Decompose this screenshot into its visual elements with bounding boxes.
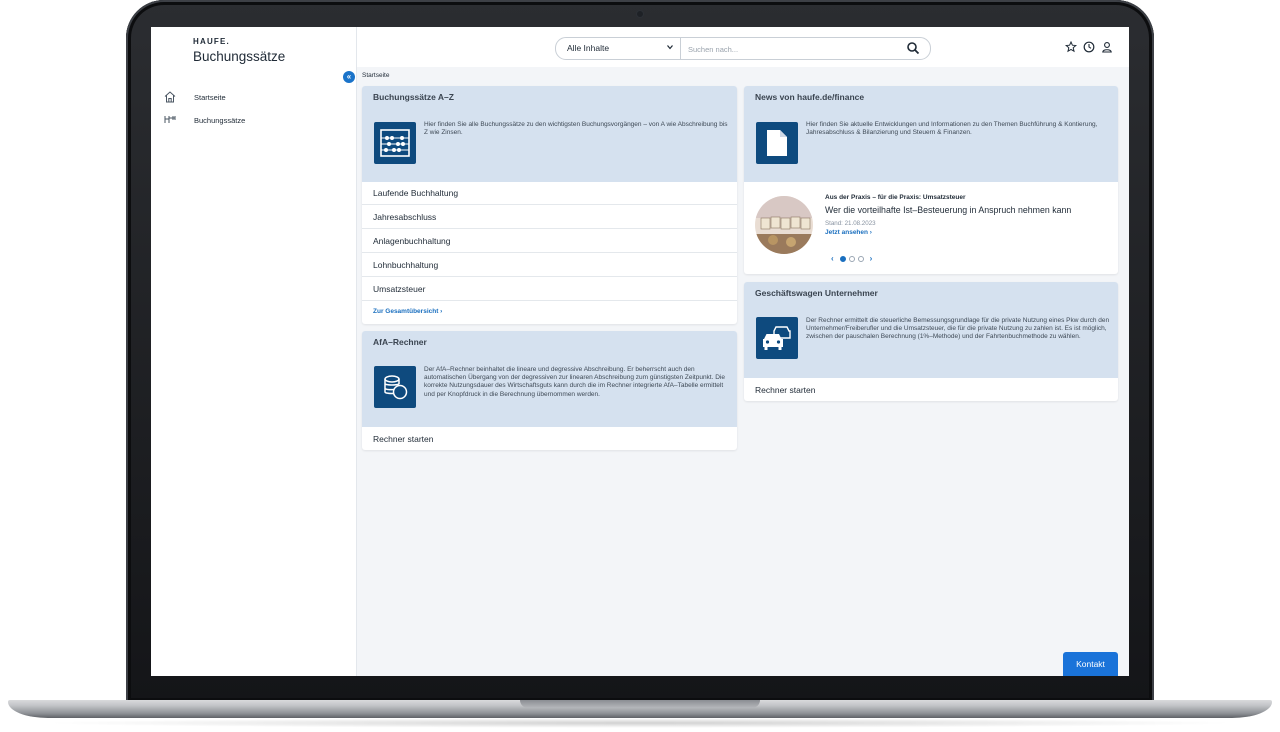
card-description: Der Rechner ermittelt die steuerliche Be… xyxy=(806,317,1110,341)
chevron-right-icon[interactable]: › xyxy=(867,254,876,263)
sidebar: HAUFE. Buchungssätze Startseite Buchungs… xyxy=(151,27,357,676)
card-header: AfA–Rechner Der AfA–Rechner beinhaltet d… xyxy=(362,331,737,427)
card-description: Hier finden Sie aktuelle Entwicklungen u… xyxy=(806,121,1098,137)
brand-logo[interactable]: HAUFE. xyxy=(193,37,230,46)
search-bar: Alle Inhalte xyxy=(555,37,931,60)
carousel-dot-2[interactable] xyxy=(848,255,855,262)
rechner-starten-link[interactable]: Rechner starten xyxy=(755,385,815,395)
sidebar-item-buchungssaetze[interactable]: Buchungssätze xyxy=(163,112,245,128)
search-scope-select[interactable]: Alle Inhalte xyxy=(556,38,681,59)
search-input[interactable] xyxy=(686,41,890,57)
kontakt-button[interactable]: Kontakt xyxy=(1063,652,1118,676)
link-umsatzsteuer[interactable]: Umsatzsteuer xyxy=(362,278,737,301)
card-news: News von haufe.de/finance Hier finden Si… xyxy=(744,86,1118,274)
laptop-shadow xyxy=(40,718,1240,728)
card-title: AfA–Rechner xyxy=(373,337,427,347)
cars-icon xyxy=(756,317,798,359)
abacus-icon xyxy=(374,122,416,164)
card-afa-rechner: AfA–Rechner Der AfA–Rechner beinhaltet d… xyxy=(362,331,737,450)
home-icon xyxy=(163,90,177,104)
jetzt-ansehen-link[interactable]: Jetzt ansehen › xyxy=(825,229,872,236)
link-anlagenbuchhaltung[interactable]: Anlagenbuchhaltung xyxy=(362,230,737,253)
tree-icon xyxy=(163,113,177,127)
camera xyxy=(637,11,643,17)
news-carousel: ‹ › xyxy=(828,254,875,263)
app-screen: HAUFE. Buchungssätze Startseite Buchungs… xyxy=(151,27,1129,676)
card-buchungssaetze-az: Buchungssätze A–Z Hier finden Sie alle B… xyxy=(362,86,737,324)
chevron-left-icon[interactable]: ‹ xyxy=(828,254,837,263)
card-description: Der AfA–Rechner beinhaltet die lineare u… xyxy=(424,366,725,398)
card-header: Buchungssätze A–Z Hier finden Sie alle B… xyxy=(362,86,737,182)
card-header: News von haufe.de/finance Hier finden Si… xyxy=(744,86,1118,182)
carousel-dot-1[interactable] xyxy=(839,255,846,262)
card-title: News von haufe.de/finance xyxy=(755,92,865,102)
coins-icon xyxy=(374,366,416,408)
link-lohnbuchhaltung[interactable]: Lohnbuchhaltung xyxy=(362,254,737,277)
double-chevron-left-icon[interactable]: « xyxy=(343,71,355,83)
card-title: Buchungssätze A–Z xyxy=(373,92,454,102)
top-bar: Alle Inhalte xyxy=(357,27,1129,67)
news-headline[interactable]: Wer die vorteilhafte Ist–Besteuerung in … xyxy=(825,205,1071,215)
carousel-dot-3[interactable] xyxy=(857,255,864,262)
app-title[interactable]: Buchungssätze xyxy=(193,49,285,64)
card-header: Geschäftswagen Unternehmer Der Rechner e… xyxy=(744,282,1118,378)
card-title: Geschäftswagen Unternehmer xyxy=(755,288,878,298)
document-icon xyxy=(756,122,798,164)
user-icon[interactable] xyxy=(1101,41,1113,53)
search-scope-label: Alle Inhalte xyxy=(567,43,610,53)
sidebar-item-label: Startseite xyxy=(194,92,226,102)
search-icon[interactable] xyxy=(906,41,920,55)
link-jahresabschluss[interactable]: Jahresabschluss xyxy=(362,206,737,229)
chevron-down-icon xyxy=(666,43,674,51)
steuer-letter-tiles-image[interactable] xyxy=(755,196,813,254)
sidebar-item-startseite[interactable]: Startseite xyxy=(163,89,226,105)
sidebar-item-label: Buchungssätze xyxy=(194,115,246,125)
card-description: Hier finden Sie alle Buchungssätze zu de… xyxy=(424,121,728,137)
breadcrumb[interactable]: Startseite xyxy=(362,72,389,79)
card-geschaeftswagen: Geschäftswagen Unternehmer Der Rechner e… xyxy=(744,282,1118,401)
link-gesamtuebersicht[interactable]: Zur Gesamtübersicht › xyxy=(373,308,442,315)
link-laufende-buchhaltung[interactable]: Laufende Buchhaltung xyxy=(362,182,737,205)
news-kicker: Aus der Praxis – für die Praxis: Umsatzs… xyxy=(825,194,966,201)
star-icon[interactable] xyxy=(1065,41,1077,53)
clock-icon[interactable] xyxy=(1083,41,1095,53)
rechner-starten-link[interactable]: Rechner starten xyxy=(373,434,433,444)
laptop-notch xyxy=(520,700,760,708)
header-actions xyxy=(1065,41,1113,53)
news-date: Stand: 21.08.2023 xyxy=(825,220,876,227)
